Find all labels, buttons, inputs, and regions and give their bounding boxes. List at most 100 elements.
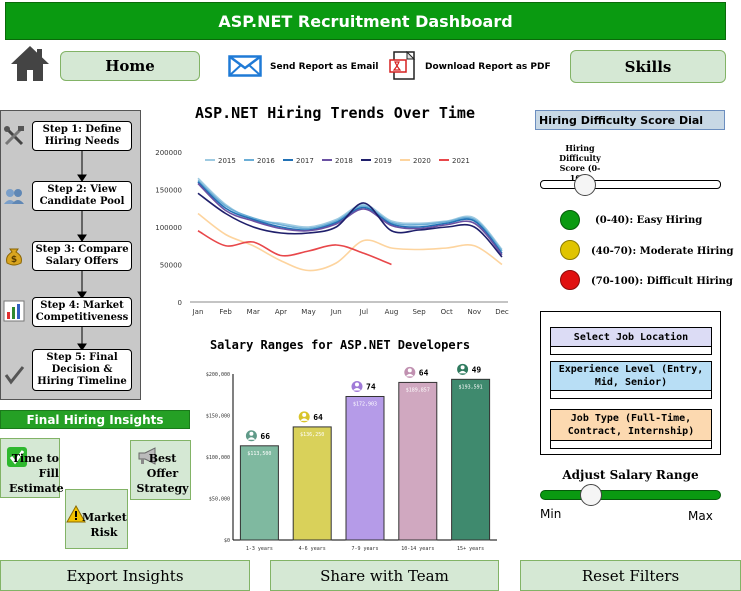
salary-y-tick: $150,000 bbox=[206, 414, 230, 420]
salary-range-slider[interactable] bbox=[540, 490, 721, 500]
send-email-label: Send Report as Email bbox=[270, 62, 379, 72]
salary-category-label-1: 4-6 years bbox=[299, 546, 326, 552]
salary-count-label-1: 64 bbox=[313, 413, 323, 422]
moderate-hiring-dot bbox=[560, 240, 580, 260]
salary-range-slider-knob[interactable] bbox=[579, 484, 602, 506]
trend-x-tick: Jun bbox=[330, 308, 342, 316]
time-to-fill-label: Time to Fill Estimate bbox=[9, 452, 64, 495]
home-button[interactable]: Home bbox=[60, 51, 200, 81]
salary-value-label-0: $113,500 bbox=[247, 451, 271, 457]
trend-x-tick: Jul bbox=[359, 308, 369, 316]
job-location-label: Select Job Location bbox=[573, 331, 689, 343]
difficulty-dial-title: Hiring Difficulty Score Dial bbox=[535, 110, 725, 130]
salary-y-tick: $100,000 bbox=[206, 455, 230, 461]
share-team-label: Share with Team bbox=[320, 566, 449, 585]
trend-x-tick: Feb bbox=[219, 308, 232, 316]
trend-x-tick: Mar bbox=[247, 308, 260, 316]
developer-avatar-icon-head bbox=[355, 382, 359, 387]
trend-y-tick: 150000 bbox=[155, 187, 182, 195]
download-pdf-label: Download Report as PDF bbox=[425, 62, 551, 72]
envelope-icon bbox=[228, 54, 262, 80]
reset-filters-button[interactable]: Reset Filters bbox=[520, 560, 741, 591]
market-risk-label: Market Risk bbox=[82, 511, 127, 539]
hiring-workflow-panel: Step 1: Define Hiring Needs Step 2: View… bbox=[0, 110, 141, 400]
workflow-step-4-label: Step 4: Market Competitiveness bbox=[35, 300, 129, 323]
salary-y-tick: $200,000 bbox=[206, 372, 230, 378]
trend-y-tick: 50000 bbox=[160, 262, 182, 270]
salary-max-label: Max bbox=[688, 509, 713, 523]
job-type-select[interactable]: Job Type (Full-Time, Contract, Internshi… bbox=[550, 409, 712, 441]
workflow-step-3-label: Step 3: Compare Salary Offers bbox=[35, 244, 129, 267]
salary-y-tick: $50,000 bbox=[209, 497, 230, 503]
trend-y-tick: 0 bbox=[178, 299, 182, 307]
salary-category-label-0: 1-3 years bbox=[246, 546, 273, 552]
experience-level-dropdown-area[interactable] bbox=[550, 391, 712, 399]
trend-x-tick: May bbox=[301, 308, 315, 316]
moderate-hiring-label: (40-70): Moderate Hiring bbox=[591, 246, 734, 257]
workflow-step-2-label: Step 2: View Candidate Pool bbox=[39, 184, 125, 207]
download-pdf-link[interactable]: Download Report as PDF bbox=[389, 50, 551, 84]
trend-y-tick: 200000 bbox=[155, 149, 182, 157]
job-type-dropdown-area[interactable] bbox=[550, 441, 712, 449]
difficulty-score-slider[interactable] bbox=[540, 180, 721, 189]
job-location-select[interactable]: Select Job Location bbox=[550, 327, 712, 347]
difficulty-dial-title-label: Hiring Difficulty Score Dial bbox=[539, 113, 704, 127]
experience-level-label: Experience Level (Entry, Mid, Senior) bbox=[558, 364, 704, 388]
salary-bar-2 bbox=[345, 395, 385, 541]
salary-range-title: Adjust Salary Range bbox=[562, 468, 699, 482]
export-insights-button[interactable]: Export Insights bbox=[0, 560, 250, 591]
salary-bar-0 bbox=[239, 445, 279, 541]
time-to-fill-card[interactable]: Time to Fill Estimate bbox=[0, 438, 64, 498]
workflow-step-3[interactable]: Step 3: Compare Salary Offers bbox=[32, 241, 132, 271]
developer-avatar-icon-head bbox=[407, 368, 412, 373]
difficulty-score-slider-knob[interactable] bbox=[574, 174, 597, 196]
trend-x-tick: Nov bbox=[468, 308, 482, 316]
trend-legend-label-2017: 2017 bbox=[296, 157, 314, 165]
trend-chart-title: ASP.NET Hiring Trends Over Time bbox=[195, 104, 475, 122]
workflow-step-5[interactable]: Step 5: Final Decision & Hiring Timeline bbox=[32, 349, 132, 391]
salary-chart: $200,000 $150,000 $100,000 $50,000 $0 $113,50… bbox=[206, 363, 497, 552]
salary-count-label-4: 49 bbox=[472, 365, 482, 374]
pdf-icon bbox=[389, 50, 417, 84]
trend-legend-label-2020: 2020 bbox=[413, 157, 431, 165]
salary-chart-title: Salary Ranges for ASP.NET Developers bbox=[209, 338, 471, 352]
best-offer-card[interactable]: Best Offer Strategy bbox=[130, 440, 191, 500]
share-team-button[interactable]: Share with Team bbox=[270, 560, 499, 591]
salary-bar-3 bbox=[398, 381, 438, 541]
job-location-dropdown-area[interactable] bbox=[550, 347, 712, 355]
send-email-link[interactable]: Send Report as Email bbox=[228, 54, 379, 80]
trend-legend-label-2015: 2015 bbox=[218, 157, 236, 165]
dashboard-title: ASP.NET Recruitment Dashboard bbox=[218, 11, 513, 31]
skills-button[interactable]: Skills bbox=[570, 50, 726, 83]
experience-level-select[interactable]: Experience Level (Entry, Mid, Senior) bbox=[550, 361, 712, 391]
workflow-step-2[interactable]: Step 2: View Candidate Pool bbox=[32, 181, 132, 211]
export-insights-label: Export Insights bbox=[66, 566, 184, 585]
trend-x-tick: Sep bbox=[412, 308, 426, 316]
tools-icon bbox=[3, 125, 25, 147]
workflow-step-5-label: Step 5: Final Decision & Hiring Timeline bbox=[37, 352, 127, 387]
trend-legend-label-2021: 2021 bbox=[452, 157, 470, 165]
salary-value-label-3: $189,857 bbox=[406, 387, 430, 393]
workflow-step-1[interactable]: Step 1: Define Hiring Needs bbox=[32, 121, 132, 151]
trend-x-tick: Oct bbox=[441, 308, 453, 316]
users-icon bbox=[3, 185, 25, 207]
workflow-step-4[interactable]: Step 4: Market Competitiveness bbox=[32, 297, 132, 327]
best-offer-label: Best Offer Strategy bbox=[136, 452, 189, 495]
money-bag-icon: $ bbox=[3, 245, 25, 267]
salary-value-label-4: $193,591 bbox=[459, 384, 483, 390]
salary-value-label-1: $136,250 bbox=[300, 432, 324, 438]
home-icon[interactable] bbox=[10, 44, 50, 82]
home-button-label: Home bbox=[105, 57, 155, 75]
salary-value-label-2: $172,903 bbox=[353, 401, 377, 407]
trend-x-tick: Jan bbox=[192, 308, 204, 316]
final-insights-label: Final Hiring Insights bbox=[26, 412, 164, 427]
final-insights-title: Final Hiring Insights bbox=[0, 410, 190, 429]
checkmark-icon bbox=[3, 364, 25, 386]
easy-hiring-dot bbox=[560, 210, 580, 230]
trend-legend-label-2019: 2019 bbox=[374, 157, 392, 165]
salary-count-label-2: 74 bbox=[366, 382, 376, 391]
salary-count-label-0: 66 bbox=[260, 432, 270, 441]
trend-x-tick: Dec bbox=[495, 308, 509, 316]
market-risk-card[interactable]: Market Risk bbox=[65, 489, 128, 549]
difficult-hiring-label: (70-100): Difficult Hiring bbox=[591, 276, 733, 287]
